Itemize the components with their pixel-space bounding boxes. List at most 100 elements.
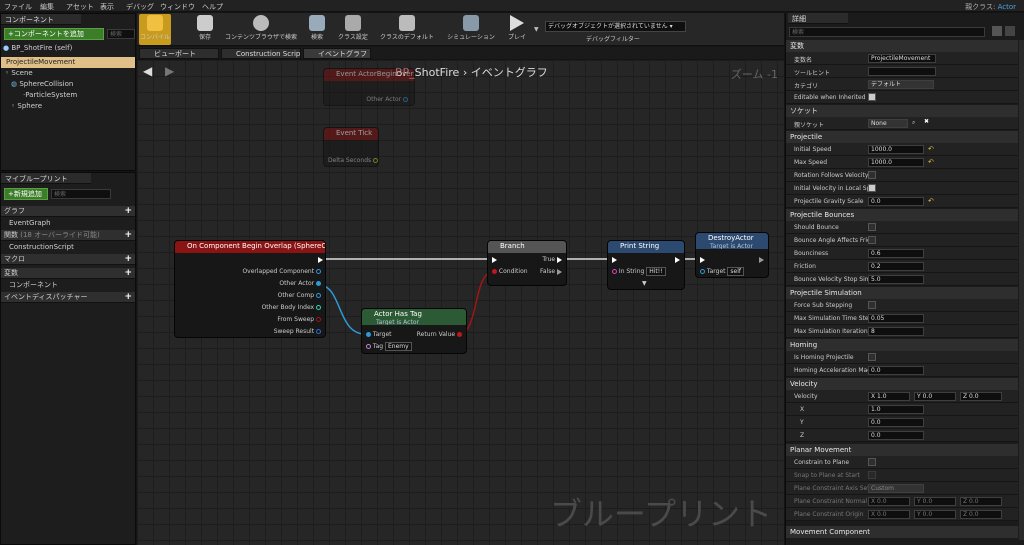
add-graph-icon[interactable]: + [124, 206, 132, 216]
add-function-icon[interactable]: + [124, 230, 132, 240]
debug-object-select[interactable]: デバッグオブジェクトが選択されていません ▾ [545, 21, 686, 32]
details-tab[interactable]: 詳細 [788, 13, 848, 24]
reset-icon[interactable]: ↶ [928, 197, 934, 205]
snap-to-plane-checkbox[interactable] [868, 471, 876, 479]
pin-true[interactable]: True [542, 255, 562, 264]
section-velocity[interactable]: Velocity [786, 378, 1018, 390]
section-projectile-simulation[interactable]: Projectile Simulation [786, 287, 1018, 299]
max-speed-input[interactable]: 1000.0 [868, 158, 924, 167]
simulation-button[interactable]: シミュレーション [443, 14, 499, 45]
details-scrollbar[interactable] [1019, 40, 1024, 540]
my-blueprint-search-input[interactable]: 検索 [51, 189, 111, 199]
velocity-x-value-input[interactable]: 1.0 [868, 405, 924, 414]
view-options-icon[interactable] [992, 26, 1002, 36]
rotation-follows-velocity-checkbox[interactable] [868, 171, 876, 179]
section-projectile[interactable]: Projectile [786, 131, 1018, 143]
pin-delta-seconds[interactable]: Delta Seconds [328, 156, 378, 165]
find-button[interactable]: 検索 [305, 14, 329, 45]
my-blueprint-tab[interactable]: マイブループリント [1, 173, 91, 184]
section-movement-component[interactable]: Movement Component [786, 526, 1018, 538]
pin-condition[interactable]: Condition [492, 267, 528, 276]
search-icon[interactable]: ⌕ [912, 119, 915, 127]
bounce-stop-input[interactable]: 5.0 [868, 275, 924, 284]
pin-exec-out[interactable] [675, 255, 680, 264]
component-item-sphere[interactable]: ◦ Sphere [3, 101, 133, 112]
pin-sweep-result[interactable]: Sweep Result [274, 327, 321, 336]
category-select[interactable]: デフォルト [868, 80, 934, 89]
velocity-z-value-input[interactable]: 0.0 [868, 431, 924, 440]
graphs-section[interactable]: グラフ + [1, 206, 135, 217]
component-item-projectilemovement[interactable]: ProjectileMovement [1, 57, 135, 68]
velocity-x-input[interactable]: X 1.0 [868, 392, 910, 401]
pin-other-actor[interactable]: Other Actor [279, 279, 321, 288]
component-item-spherecollision[interactable]: ◍ SphereCollision [3, 79, 133, 90]
variables-section[interactable]: 変数 + [1, 268, 135, 279]
variables-components-item[interactable]: コンポーネント [3, 280, 133, 291]
menu-edit[interactable]: 編集 [40, 2, 54, 12]
add-new-button[interactable]: +新規追加 [4, 188, 48, 200]
section-socket[interactable]: ソケット [786, 105, 1018, 117]
class-settings-button[interactable]: クラス設定 [335, 14, 371, 45]
tag-value-input[interactable]: Enemy [385, 342, 412, 351]
pin-exec-in[interactable] [492, 255, 497, 264]
dispatchers-section[interactable]: イベントディスパッチャー + [1, 292, 135, 303]
initial-velocity-local-checkbox[interactable] [868, 184, 876, 192]
node-event-tick[interactable]: Event Tick Delta Seconds [323, 127, 379, 167]
plane-axis-select[interactable]: Custom [868, 484, 924, 493]
homing-accel-input[interactable]: 0.0 [868, 366, 924, 375]
details-search-input[interactable]: 検索 [789, 27, 985, 37]
reset-icon[interactable]: ↶ [928, 158, 934, 166]
force-sub-stepping-checkbox[interactable] [868, 301, 876, 309]
max-iterations-input[interactable]: 8 [868, 327, 924, 336]
play-options-chevron-icon[interactable]: ▼ [534, 26, 539, 33]
component-item-particlesystem[interactable]: ·ParticleSystem [3, 90, 133, 101]
initial-speed-input[interactable]: 1000.0 [868, 145, 924, 154]
is-homing-checkbox[interactable] [868, 353, 876, 361]
macros-section[interactable]: マクロ + [1, 254, 135, 265]
pin-exec-in[interactable] [700, 255, 705, 264]
tab-construction-script[interactable]: Construction Scrip [221, 48, 301, 59]
class-defaults-button[interactable]: クラスのデフォルト [377, 14, 437, 45]
compile-button[interactable]: コンパイル [139, 14, 171, 45]
pin-other-actor[interactable]: Other Actor [366, 95, 408, 104]
pin-false[interactable]: False [540, 267, 562, 276]
editable-inherited-checkbox[interactable] [868, 93, 876, 101]
gravity-scale-input[interactable]: 0.0 [868, 197, 924, 206]
node-actor-has-tag[interactable]: Actor Has Tag Target is Actor Target Tag … [361, 308, 467, 354]
functions-section[interactable]: 関数 (18 オーバーライド可能) + [1, 230, 135, 241]
node-destroy-actor[interactable]: DestroyActor Target is Actor Target self [695, 232, 769, 278]
add-dispatcher-icon[interactable]: + [124, 292, 132, 302]
plane-origin-z[interactable]: Z 0.0 [960, 510, 1002, 519]
menu-view[interactable]: 表示 [100, 2, 114, 12]
menu-help[interactable]: ヘルプ [202, 2, 223, 12]
plane-normal-x[interactable]: X 0.0 [868, 497, 910, 506]
components-tab[interactable]: コンポーネント [1, 14, 81, 25]
function-item-constructionscript[interactable]: ConstructionScript [3, 242, 133, 253]
pin-target[interactable]: Target [366, 330, 391, 339]
pin-in-string[interactable]: In String Hit!! [612, 267, 666, 276]
bounce-angle-checkbox[interactable] [868, 236, 876, 244]
add-variable-icon[interactable]: + [124, 268, 132, 278]
plane-normal-y[interactable]: Y 0.0 [914, 497, 956, 506]
pin-exec-out[interactable] [318, 255, 323, 264]
menu-debug[interactable]: デバッグ [126, 2, 154, 12]
node-branch[interactable]: Branch Condition True False [487, 240, 567, 286]
components-search-input[interactable]: 検索 [107, 29, 135, 39]
browse-button[interactable]: コンテンツブラウザで検索 [223, 14, 299, 45]
add-macro-icon[interactable]: + [124, 254, 132, 264]
save-button[interactable]: 保存 [193, 14, 217, 45]
section-homing[interactable]: Homing [786, 339, 1018, 351]
section-variable[interactable]: 変数 [786, 40, 1018, 52]
node-print-string[interactable]: Print String In String Hit!! ▼ [607, 240, 685, 290]
expand-chevron-icon[interactable]: ▼ [642, 279, 647, 288]
in-string-value-input[interactable]: Hit!! [646, 267, 666, 276]
menu-asset[interactable]: アセット [66, 2, 94, 12]
component-item-scene[interactable]: ◦ Scene [3, 68, 133, 79]
section-planar-movement[interactable]: Planar Movement [786, 444, 1018, 456]
variable-name-input[interactable]: ProjectileMovement [868, 54, 936, 63]
self-component[interactable]: ● BP_ShotFire (self) [3, 43, 133, 54]
graph-item-eventgraph[interactable]: EventGraph [3, 218, 133, 229]
play-button[interactable]: プレイ [503, 14, 531, 45]
event-graph-canvas[interactable]: ◀ ▶ BP_ShotFire › イベントグラフ ズーム -1 ブループリント… [137, 60, 784, 545]
eye-icon[interactable] [1005, 26, 1015, 36]
